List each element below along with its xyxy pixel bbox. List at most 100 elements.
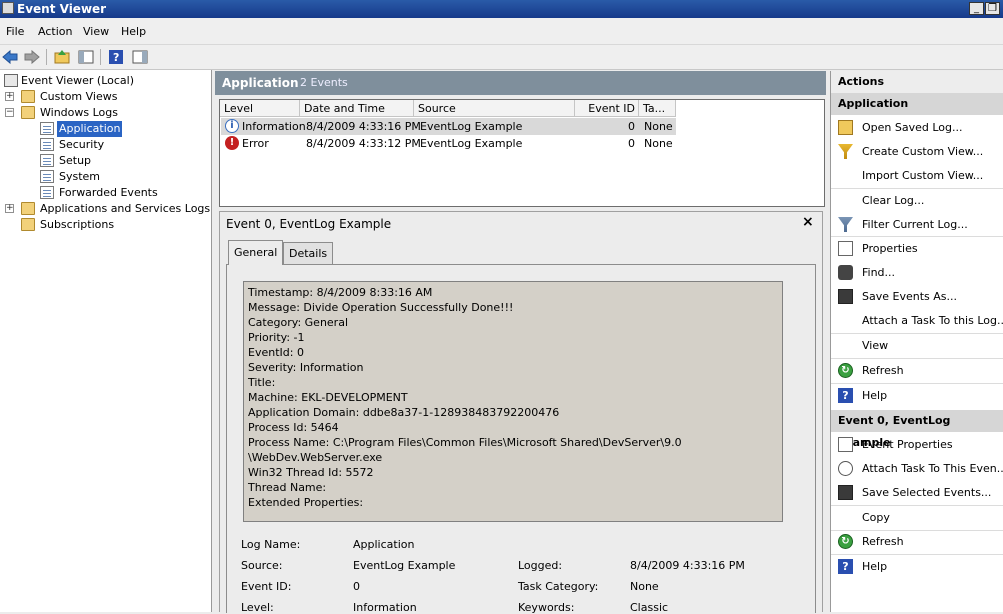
close-icon[interactable]: ×: [802, 214, 814, 230]
cell-task: None: [644, 120, 673, 133]
collapse-minus-icon[interactable]: −: [5, 108, 14, 117]
event-count: 2 Events: [300, 76, 348, 89]
action-attach-task-to-log[interactable]: Attach a Task To this Log...: [831, 309, 1003, 333]
log-name-value: Application: [353, 538, 415, 551]
source-value: EventLog Example: [353, 559, 456, 572]
action-properties[interactable]: Properties: [831, 237, 1003, 261]
column-task-category[interactable]: Ta...: [639, 100, 676, 117]
help-icon: ?: [838, 388, 853, 403]
cell-source: EventLog Example: [420, 137, 523, 150]
refresh-icon: ↻: [838, 363, 853, 378]
action-label: Attach Task To This Even...: [862, 462, 1003, 475]
general-tab-body: Timestamp: 8/4/2009 8:33:16 AM Message: …: [226, 264, 816, 614]
expand-plus-icon[interactable]: +: [5, 204, 14, 213]
cell-event-id: 0: [628, 137, 635, 150]
help-icon[interactable]: ?: [107, 48, 125, 66]
action-label: Help: [862, 560, 888, 573]
action-label: Create Custom View...: [862, 145, 984, 158]
action-refresh-event[interactable]: ↻ Refresh: [831, 530, 1003, 554]
action-label: View: [862, 339, 889, 352]
action-event-properties[interactable]: Event Properties: [831, 433, 1003, 457]
action-help-event[interactable]: ? Help: [831, 555, 1003, 579]
action-label: Help: [862, 389, 888, 402]
action-help[interactable]: ? Help: [831, 384, 1003, 408]
help-icon: ?: [838, 559, 853, 574]
action-refresh[interactable]: ↻ Refresh: [831, 359, 1003, 383]
expand-plus-icon[interactable]: +: [5, 92, 14, 101]
action-attach-task-to-event[interactable]: Attach Task To This Even...: [831, 457, 1003, 481]
column-date-time[interactable]: Date and Time: [300, 100, 414, 117]
tree-label: Subscriptions: [40, 218, 115, 231]
event-viewer-icon: [4, 74, 18, 87]
column-level[interactable]: Level: [220, 100, 300, 117]
log-header: Application 2 Events: [215, 71, 826, 95]
actions-section-application[interactable]: Application: [831, 93, 1003, 115]
events-table: Level Date and Time Source Event ID Ta..…: [219, 99, 825, 207]
up-folder-icon[interactable]: [53, 48, 71, 66]
actions-section-event[interactable]: Event 0, EventLog Example: [831, 410, 1003, 449]
window-title: Event Viewer: [17, 2, 107, 16]
menu-view[interactable]: View: [83, 25, 109, 38]
level-value: Information: [353, 601, 417, 614]
subscriptions-icon: [21, 218, 35, 231]
menu-action[interactable]: Action: [38, 25, 72, 38]
action-label: Filter Current Log...: [862, 218, 968, 231]
level-label: Level:: [241, 601, 274, 614]
action-create-custom-view[interactable]: Create Custom View...: [831, 140, 1003, 164]
message-line: Thread Name:: [248, 481, 327, 494]
message-line: Message: Divide Operation Successfully D…: [248, 301, 514, 314]
column-event-id[interactable]: Event ID: [575, 100, 639, 117]
folder-icon: [21, 90, 35, 103]
action-label: Properties: [862, 242, 918, 255]
action-save-selected-events[interactable]: Save Selected Events...: [831, 481, 1003, 505]
restore-button[interactable]: ❐: [985, 2, 1000, 15]
message-line: Machine: EKL-DEVELOPMENT: [248, 391, 408, 404]
forward-arrow-icon[interactable]: [23, 48, 41, 66]
table-row[interactable]: i Information 8/4/2009 4:33:16 PM EventL…: [221, 118, 676, 135]
action-filter-current-log[interactable]: Filter Current Log...: [831, 213, 1003, 237]
tab-details[interactable]: Details: [283, 242, 334, 264]
log-icon: [40, 154, 54, 167]
action-view[interactable]: View: [831, 334, 1003, 358]
action-import-custom-view[interactable]: Import Custom View...: [831, 164, 1003, 188]
action-label: Attach a Task To this Log...: [862, 314, 1003, 327]
action-clear-log[interactable]: Clear Log...: [831, 189, 1003, 213]
actions-pane: Actions Application Open Saved Log... Cr…: [830, 71, 1003, 612]
action-label: Find...: [862, 266, 896, 279]
action-label: Save Selected Events...: [862, 486, 992, 499]
table-row[interactable]: ! Error 8/4/2009 4:33:12 PM EventLog Exa…: [221, 135, 676, 152]
console-tree: Event Viewer (Local) + Custom Views − Wi…: [0, 70, 212, 612]
tab-general[interactable]: General: [228, 240, 284, 265]
error-icon: !: [225, 136, 239, 150]
message-line: Process Name: C:\Program Files\Common Fi…: [248, 436, 682, 449]
cell-level: Information: [242, 120, 306, 133]
menu-help[interactable]: Help: [121, 25, 146, 38]
message-line: Application Domain: ddbe8a37-1-128938483…: [248, 406, 560, 419]
log-name-label: Log Name:: [241, 538, 301, 551]
column-source[interactable]: Source: [414, 100, 575, 117]
menu-file[interactable]: File: [6, 25, 24, 38]
tree-label: Applications and Services Logs: [40, 202, 211, 215]
tree-label: Windows Logs: [40, 106, 118, 119]
minimize-button[interactable]: _: [969, 2, 984, 15]
message-line: Title:: [248, 376, 276, 389]
show-hide-console-tree-icon[interactable]: [77, 48, 95, 66]
event-message-box[interactable]: Timestamp: 8/4/2009 8:33:16 AM Message: …: [243, 281, 783, 522]
svg-text:?: ?: [113, 51, 119, 64]
properties-icon: [838, 437, 853, 452]
action-label: Event Properties: [862, 438, 953, 451]
back-arrow-icon[interactable]: [1, 48, 19, 66]
tree-root-label: Event Viewer (Local): [21, 74, 134, 87]
tree-label: Forwarded Events: [59, 186, 158, 199]
show-hide-action-pane-icon[interactable]: [131, 48, 149, 66]
action-copy[interactable]: Copy: [831, 506, 1003, 530]
message-line: Process Id: 5464: [248, 421, 339, 434]
action-save-events-as[interactable]: Save Events As...: [831, 285, 1003, 309]
action-open-saved-log[interactable]: Open Saved Log...: [831, 116, 1003, 140]
event-viewer-app-icon: [2, 2, 14, 14]
action-find[interactable]: Find...: [831, 261, 1003, 285]
save-disk-icon: [838, 485, 853, 500]
event-id-label: Event ID:: [241, 580, 292, 593]
filter-icon: [838, 144, 853, 159]
source-label: Source:: [241, 559, 283, 572]
